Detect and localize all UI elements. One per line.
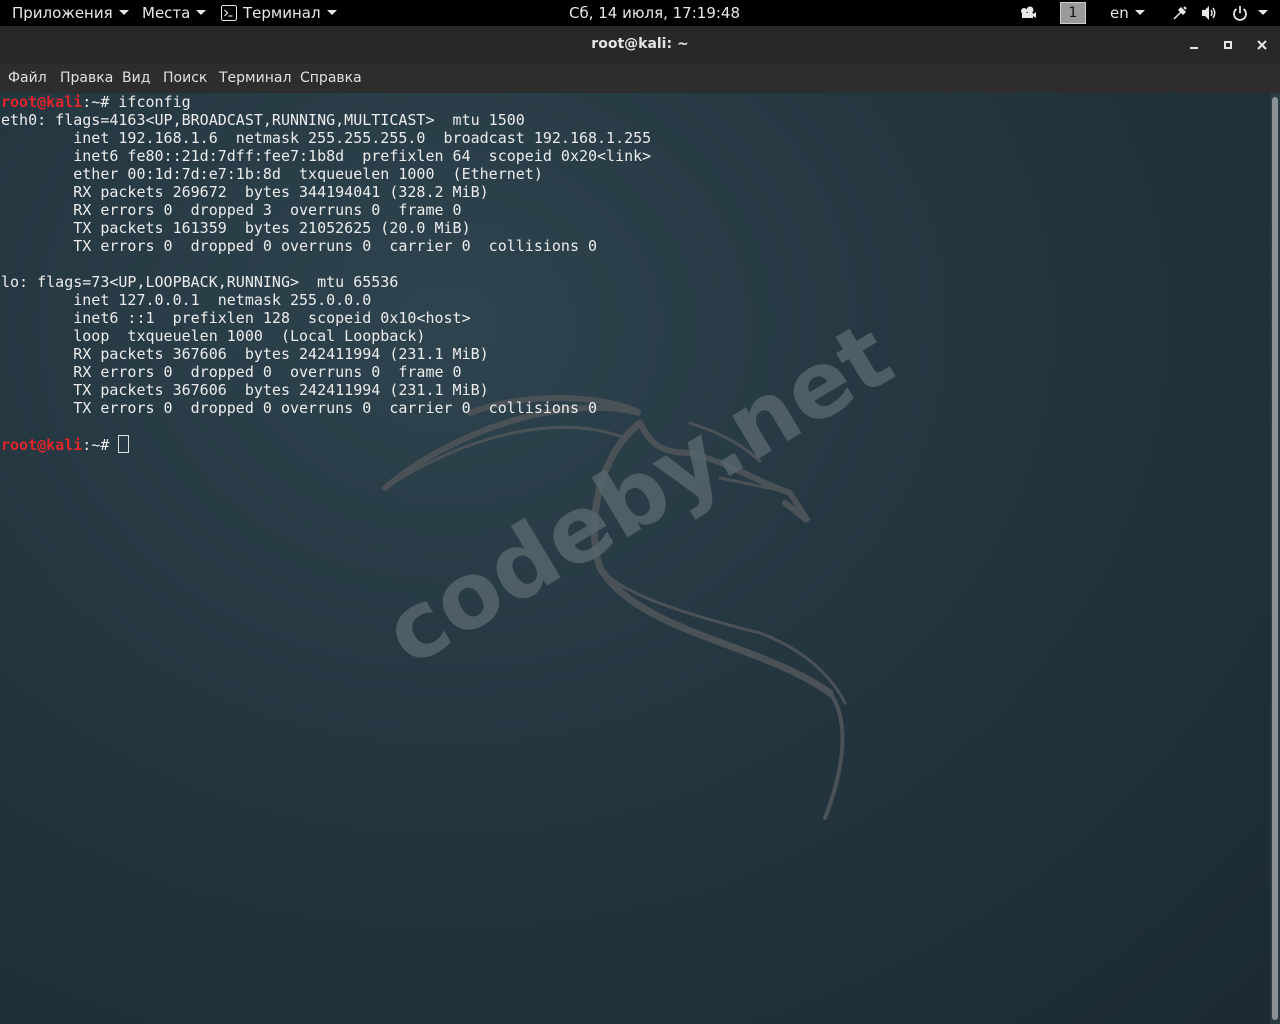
- datetime-label: Сб, 14 июля, 17:19:48: [569, 4, 741, 22]
- command-output: eth0: flags=4163<UP,BROADCAST,RUNNING,MU…: [1, 111, 651, 417]
- system-menu[interactable]: [1172, 0, 1268, 26]
- prompt-user-host: root@kali: [1, 436, 83, 454]
- scrollbar-thumb[interactable]: [1272, 97, 1278, 1020]
- chevron-down-icon: [1257, 10, 1268, 15]
- chevron-down-icon: [118, 10, 129, 15]
- text-cursor: [118, 435, 130, 453]
- menu-view[interactable]: Вид: [122, 63, 150, 93]
- applications-label: Приложения: [12, 4, 113, 22]
- applications-menu[interactable]: Приложения: [12, 0, 129, 26]
- output-line: inet 127.0.0.1 netmask 255.0.0.0: [1, 291, 372, 309]
- output-line: inet 192.168.1.6 netmask 255.255.255.0 b…: [1, 129, 652, 147]
- clock[interactable]: Сб, 14 июля, 17:19:48: [569, 0, 740, 26]
- network-icon: [1173, 6, 1187, 20]
- output-line: lo: flags=73<UP,LOOPBACK,RUNNING> mtu 65…: [1, 273, 399, 291]
- output-line: ether 00:1d:7d:e7:1b:8d txqueuelen 1000 …: [1, 165, 543, 183]
- keyboard-layout-label: en: [1110, 4, 1129, 22]
- output-line: TX packets 367606 bytes 242411994 (231.1…: [1, 381, 489, 399]
- menu-file[interactable]: Файл: [8, 63, 47, 93]
- window-title: root@kali: ~: [591, 36, 689, 52]
- chevron-down-icon: [1134, 10, 1145, 15]
- scrollbar[interactable]: [1270, 93, 1280, 1024]
- prompt-separator: :~#: [82, 436, 119, 454]
- chevron-down-icon: [326, 10, 337, 15]
- places-menu[interactable]: Места: [142, 0, 207, 26]
- minimize-icon[interactable]: [1185, 36, 1203, 54]
- terminal-icon: [221, 5, 237, 21]
- volume-icon: [1201, 6, 1216, 20]
- display-indicator[interactable]: [1019, 0, 1037, 26]
- prompt-user-host: root@kali: [1, 93, 83, 111]
- output-line: eth0: flags=4163<UP,BROADCAST,RUNNING,MU…: [1, 111, 525, 129]
- menu-help[interactable]: Справка: [300, 63, 362, 93]
- output-line: RX errors 0 dropped 0 overruns 0 frame 0: [1, 363, 462, 381]
- menu-terminal[interactable]: Терминал: [219, 63, 291, 93]
- menu-edit[interactable]: Правка: [60, 63, 113, 93]
- command-text: ifconfig: [118, 93, 191, 111]
- output-line: TX packets 161359 bytes 21052625 (20.0 M…: [1, 219, 471, 237]
- menu-bar: Файл Правка Вид Поиск Терминал Справка: [0, 63, 1280, 93]
- prompt-separator: :~#: [82, 93, 119, 111]
- chevron-down-icon: [196, 10, 207, 15]
- output-line: TX errors 0 dropped 0 overruns 0 carrier…: [1, 399, 598, 417]
- window-titlebar[interactable]: root@kali: ~: [0, 26, 1280, 63]
- maximize-icon[interactable]: [1219, 36, 1237, 54]
- terminal-view[interactable]: codeby.net root@kali:~# ifconfig eth0: f…: [0, 93, 1280, 1024]
- output-line: RX packets 367606 bytes 242411994 (231.1…: [1, 345, 489, 363]
- output-line: RX packets 269672 bytes 344194041 (328.2…: [1, 183, 489, 201]
- terminal-output: root@kali:~# ifconfig eth0: flags=4163<U…: [1, 93, 651, 454]
- terminal-app-label: Терминал: [243, 4, 321, 22]
- terminal-app-menu[interactable]: Терминал: [221, 0, 337, 26]
- output-line: TX errors 0 dropped 0 overruns 0 carrier…: [1, 237, 598, 255]
- menu-search[interactable]: Поиск: [163, 63, 207, 93]
- close-icon[interactable]: [1253, 36, 1271, 54]
- workspace-indicator[interactable]: 1: [1060, 2, 1086, 24]
- keyboard-layout-menu[interactable]: en: [1110, 0, 1145, 26]
- output-line: RX errors 0 dropped 3 overruns 0 frame 0: [1, 201, 462, 219]
- top-panel: Приложения Места Терминал Сб, 14 июля, 1…: [0, 0, 1280, 26]
- power-icon: [1232, 6, 1247, 21]
- display-icon: [1021, 6, 1036, 18]
- output-line: inet6 fe80::21d:7dff:fee7:1b8d prefixlen…: [1, 147, 652, 165]
- output-line: loop txqueuelen 1000 (Local Loopback): [1, 327, 426, 345]
- places-label: Места: [142, 4, 191, 22]
- output-line: inet6 ::1 prefixlen 128 scopeid 0x10<hos…: [1, 309, 471, 327]
